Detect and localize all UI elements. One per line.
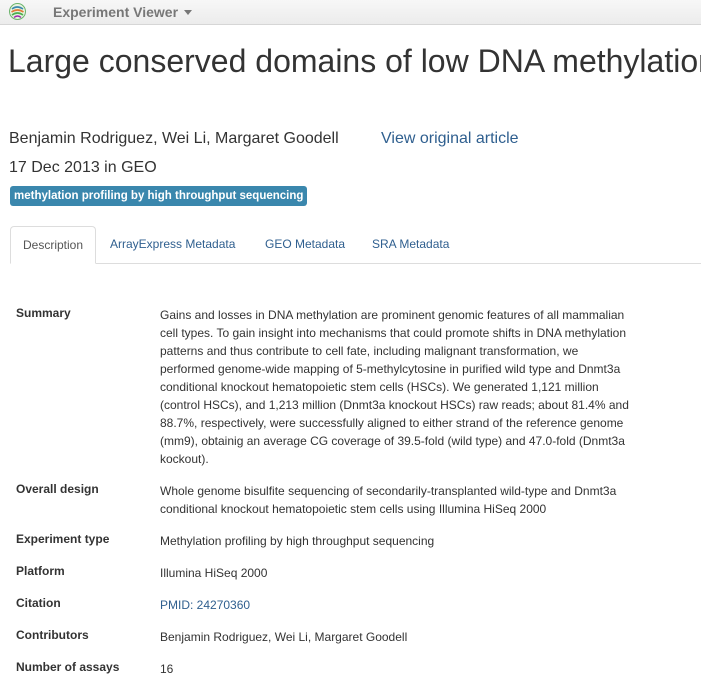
tab-bar: Description ArrayExpress Metadata GEO Me…	[10, 226, 701, 264]
app-title[interactable]: Experiment Viewer	[53, 4, 178, 20]
tab-description[interactable]: Description	[10, 226, 97, 264]
number-of-assays-value: 16	[160, 662, 174, 676]
experiment-type-badge: methylation profiling by high throughput…	[10, 186, 308, 206]
chevron-down-icon[interactable]	[184, 10, 192, 15]
overall-design-value: Whole genome bisulfite sequencing of sec…	[160, 484, 617, 516]
authors: Benjamin Rodriguez, Wei Li, Margaret Goo…	[9, 130, 339, 147]
colorful-globe-logo-icon[interactable]	[9, 3, 26, 20]
citation-pmid-link[interactable]: PMID: 24270360	[160, 596, 632, 614]
view-original-article-link[interactable]: View original article	[381, 130, 519, 148]
platform-label: Platform	[16, 564, 65, 578]
tab-arrayexpress-metadata[interactable]: ArrayExpress Metadata	[98, 226, 247, 262]
summary-label: Summary	[16, 306, 71, 320]
publication-date: 17 Dec 2013 in GEO	[9, 159, 157, 176]
top-bar: Experiment Viewer	[0, 0, 701, 25]
overall-design-label: Overall design	[16, 482, 99, 496]
experiment-type-label: Experiment type	[16, 532, 110, 546]
experiment-title: Large conserved domains of low DNA methy…	[8, 43, 701, 79]
contributors-label: Contributors	[16, 628, 89, 642]
tab-sra-metadata[interactable]: SRA Metadata	[360, 226, 461, 262]
citation-label: Citation	[16, 596, 61, 610]
platform-value: Illumina HiSeq 2000	[160, 566, 268, 580]
summary-value: Gains and losses in DNA methylation are …	[160, 308, 629, 466]
tab-geo-metadata[interactable]: GEO Metadata	[253, 226, 357, 262]
experiment-type-value: Methylation profiling by high throughput…	[160, 534, 435, 548]
contributors-value: Benjamin Rodriguez, Wei Li, Margaret Goo…	[160, 630, 408, 644]
number-of-assays-label: Number of assays	[16, 660, 120, 674]
